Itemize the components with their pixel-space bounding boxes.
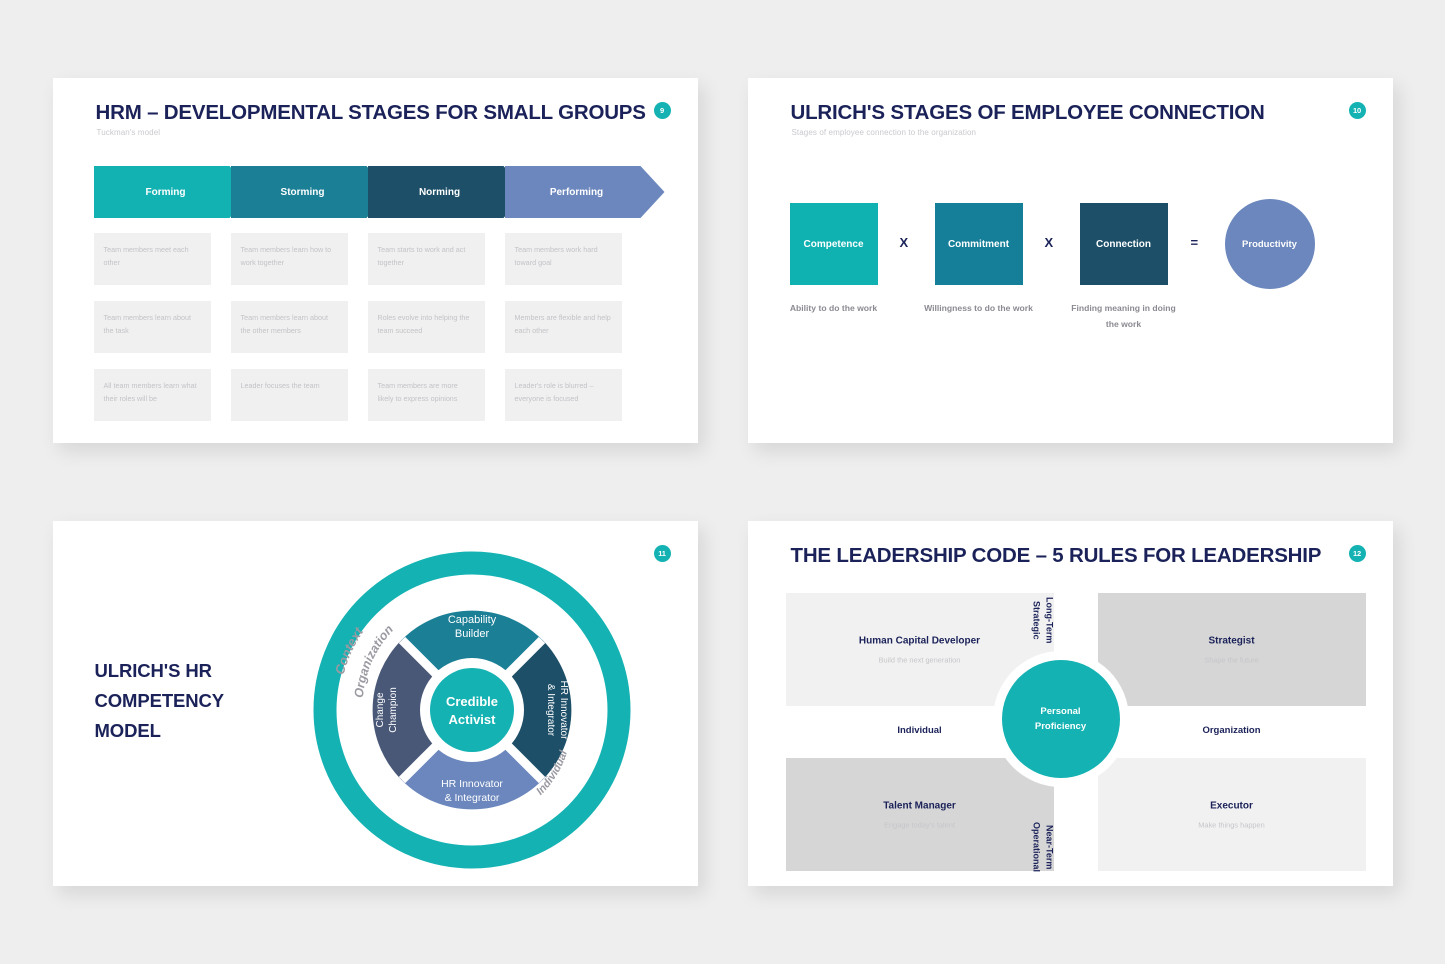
donut-segment-label: & Integrator bbox=[444, 792, 499, 804]
page-subtitle: Stages of employee connection to the org… bbox=[791, 128, 977, 137]
connection-equation: Competence X Commitment X Connection = P… bbox=[789, 199, 1350, 363]
stage-detail-cell: Members are flexible and help each other bbox=[504, 301, 622, 353]
donut-segment-label: HR Innovator bbox=[441, 778, 503, 790]
slide-number-badge: 9 bbox=[653, 102, 671, 119]
axis-label-near-term-operational: Near-Term Operational bbox=[1031, 821, 1055, 872]
quadrant-strategist[interactable]: Strategist Shape the future bbox=[1097, 593, 1366, 706]
donut-segment-label: Builder bbox=[454, 628, 489, 640]
stage-detail-cell: Team members learn about the other membe… bbox=[230, 301, 348, 353]
quadrant-subtitle: Shape the future bbox=[1204, 655, 1259, 664]
axis-label-organization: Organization bbox=[1202, 725, 1261, 736]
stage-label: Storming bbox=[280, 186, 325, 198]
factor-caption: Finding meaning in doing the work bbox=[1071, 303, 1176, 329]
page-title: ULRICH'S STAGES OF EMPLOYEE CONNECTION bbox=[790, 101, 1265, 124]
donut-core[interactable] bbox=[429, 668, 514, 752]
page-title: THE LEADERSHIP CODE – 5 RULES FOR LEADER… bbox=[790, 544, 1322, 567]
page-title: HRM – DEVELOPMENTAL STAGES FOR SMALL GRO… bbox=[95, 101, 646, 124]
center-personal-proficiency[interactable]: Personal Proficiency bbox=[1001, 660, 1120, 778]
slide-deck: 9 HRM – DEVELOPMENTAL STAGES FOR SMALL G… bbox=[0, 0, 1445, 964]
slide-number-badge: 12 bbox=[1348, 545, 1366, 562]
stage-detail-cell: Team members work hard toward goal bbox=[504, 233, 622, 285]
page-title-line: ULRICH'S HR bbox=[94, 660, 212, 681]
stage-detail-cell: Leader's role is blurred – everyone is f… bbox=[504, 369, 622, 421]
quadrant-subtitle: Make things happen bbox=[1198, 820, 1265, 829]
quadrant-title: Strategist bbox=[1208, 635, 1255, 646]
donut-segment-label: Champion bbox=[388, 687, 399, 733]
stage-detail-cell: Team members are more likely to express … bbox=[367, 369, 485, 421]
slide-number-badge: 11 bbox=[653, 545, 671, 562]
stage-label: Performing bbox=[549, 186, 604, 198]
leadership-quadrant-matrix: Human Capital Developer Build the next g… bbox=[785, 593, 1366, 872]
quadrant-title: Talent Manager bbox=[883, 800, 956, 811]
operator-equals: = bbox=[1190, 235, 1199, 250]
page-title-line: COMPETENCY bbox=[94, 689, 225, 711]
hr-competency-donut: Capability Builder HR Innovator & Integr… bbox=[313, 551, 630, 869]
result-circle-productivity[interactable]: Productivity bbox=[1224, 199, 1315, 289]
stage-detail-grid: Team members meet each other Team member… bbox=[93, 233, 664, 421]
donut-segment-label: Change bbox=[375, 692, 386, 727]
slide-leadership-code[interactable]: 12 THE LEADERSHIP CODE – 5 RULES FOR LEA… bbox=[747, 521, 1393, 886]
center-label-line: Proficiency bbox=[1034, 721, 1087, 732]
stage-detail-cell: Team members meet each other bbox=[93, 233, 211, 285]
stage-chevron-norming[interactable]: Norming bbox=[368, 166, 528, 218]
stage-detail-cell: Leader focuses the team bbox=[230, 369, 348, 421]
donut-core-label: Activist bbox=[448, 712, 496, 727]
factor-box-competence[interactable]: Competence bbox=[789, 203, 878, 285]
donut-segment-label: & Integrator bbox=[545, 684, 556, 737]
operator-multiply: X bbox=[1044, 235, 1054, 250]
factor-box-connection[interactable]: Connection bbox=[1079, 203, 1168, 285]
stage-chevron-storming[interactable]: Storming bbox=[231, 166, 391, 218]
stage-label: Norming bbox=[418, 186, 461, 198]
factor-box-commitment[interactable]: Commitment bbox=[934, 203, 1023, 285]
slide-ulrich-hr-competency-model[interactable]: 11 ULRICH'S HR COMPETENCY MODEL Capabili… bbox=[52, 521, 698, 886]
stage-detail-cell: Team members learn how to work together bbox=[230, 233, 348, 285]
factor-caption: Willingness to do the work bbox=[924, 303, 1033, 313]
donut-segment-label: Capability bbox=[447, 614, 496, 626]
center-label-line: Personal bbox=[1040, 705, 1081, 717]
stage-label: Forming bbox=[145, 186, 186, 198]
operator-multiply: X bbox=[899, 235, 909, 250]
stage-detail-cell: Team members learn about the task bbox=[93, 301, 211, 353]
axis-label-long-term-strategic: Long-Term Strategic bbox=[1031, 596, 1055, 644]
factor-caption: Ability to do the work bbox=[789, 303, 878, 313]
quadrant-subtitle: Build the next generation bbox=[878, 655, 961, 664]
stage-chevron-forming[interactable]: Forming bbox=[94, 166, 254, 218]
slide-number-badge: 10 bbox=[1348, 102, 1366, 119]
quadrant-executor[interactable]: Executor Make things happen bbox=[1097, 758, 1366, 871]
slide-ulrich-employee-connection[interactable]: 10 ULRICH'S STAGES OF EMPLOYEE CONNECTIO… bbox=[747, 78, 1393, 443]
stage-chevron-row: Forming Storming Norming Performing bbox=[94, 166, 659, 218]
quadrant-title: Human Capital Developer bbox=[858, 635, 981, 646]
stage-detail-cell: Team starts to work and act together bbox=[367, 233, 485, 285]
stage-chevron-performing[interactable]: Performing bbox=[505, 166, 665, 218]
donut-segment-label: HR Innovator bbox=[558, 681, 569, 741]
quadrant-subtitle: Engage today's talent bbox=[884, 820, 955, 829]
slide-hrm-developmental-stages[interactable]: 9 HRM – DEVELOPMENTAL STAGES FOR SMALL G… bbox=[52, 78, 698, 443]
donut-core-label: Credible bbox=[445, 694, 497, 709]
page-subtitle: Tuckman's model bbox=[96, 128, 161, 137]
page-title-line: MODEL bbox=[94, 719, 161, 741]
quadrant-talent-manager[interactable]: Talent Manager Engage today's talent bbox=[785, 758, 1054, 871]
stage-detail-cell: All team members learn what their roles … bbox=[93, 369, 211, 421]
page-title: ULRICH'S HR COMPETENCY MODEL bbox=[95, 656, 225, 746]
center-circle-wrapper: Personal Proficiency bbox=[992, 651, 1129, 787]
quadrant-title: Executor bbox=[1210, 800, 1253, 811]
stage-detail-cell: Roles evolve into helping the team succe… bbox=[367, 301, 485, 353]
